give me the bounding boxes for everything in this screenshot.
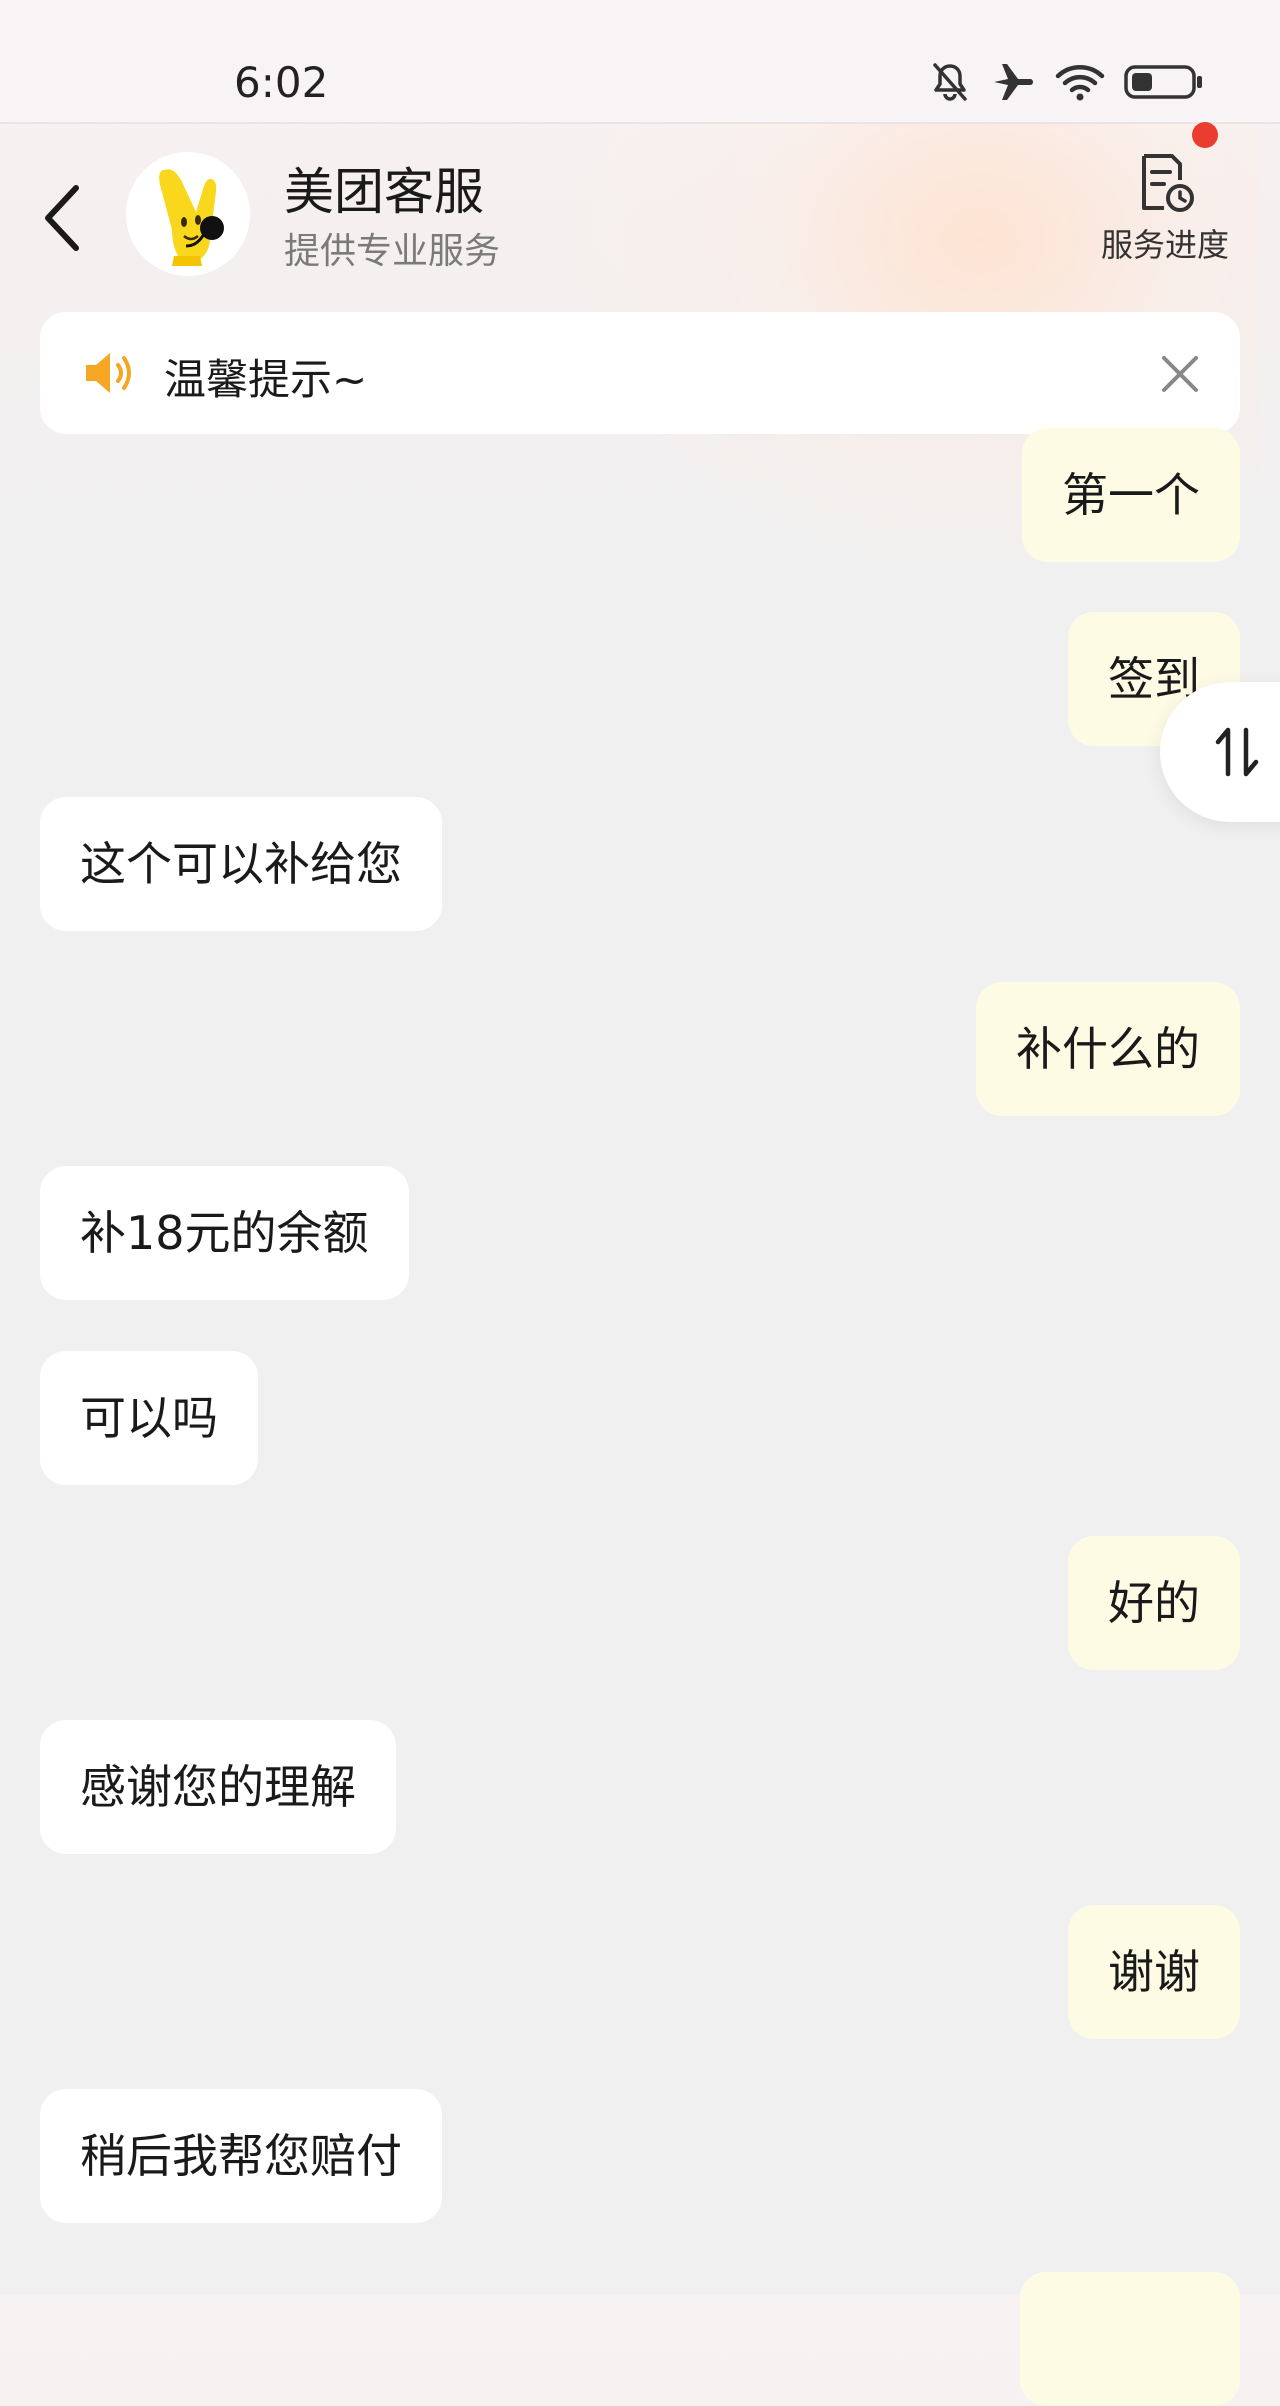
- notice-banner[interactable]: 温馨提示~: [40, 312, 1240, 434]
- chat-title: 美团客服: [284, 163, 484, 221]
- speaker-icon: [82, 349, 138, 401]
- outgoing-message[interactable]: 第一个: [1022, 428, 1240, 562]
- mascot-logo-icon: [126, 152, 250, 276]
- service-progress-button[interactable]: 服务进度: [1090, 150, 1240, 290]
- notification-dot: [1192, 122, 1218, 148]
- incoming-message[interactable]: 可以吗: [40, 1351, 258, 1485]
- back-button[interactable]: [38, 178, 88, 258]
- notice-text: 温馨提示~: [164, 355, 368, 404]
- status-bar: 6:02: [0, 0, 1280, 124]
- outgoing-message[interactable]: 好的: [1068, 1536, 1240, 1670]
- incoming-message[interactable]: 感谢您的理解: [40, 1720, 396, 1854]
- battery-icon: [1124, 62, 1204, 102]
- document-clock-icon: [1090, 150, 1240, 216]
- chat-subtitle: 提供专业服务: [284, 231, 501, 272]
- outgoing-message[interactable]: 补什么的: [976, 982, 1240, 1116]
- outgoing-message[interactable]: 谢谢: [1068, 1905, 1240, 2039]
- wifi-icon: [1054, 60, 1106, 104]
- chat-header: 美团客服 提供专业服务 服务进度: [0, 122, 1280, 304]
- service-progress-label: 服务进度: [1100, 226, 1229, 264]
- bell-off-icon: [928, 60, 972, 104]
- status-time: 6:02: [234, 58, 329, 107]
- incoming-message[interactable]: 补18元的余额: [40, 1166, 409, 1300]
- close-icon[interactable]: [1150, 344, 1210, 404]
- outgoing-message-partial: [1020, 2272, 1240, 2406]
- avatar[interactable]: [126, 152, 250, 276]
- incoming-message[interactable]: 这个可以补给您: [40, 797, 442, 931]
- status-icons: [928, 60, 1204, 104]
- airplane-icon: [990, 60, 1036, 104]
- incoming-message[interactable]: 稍后我帮您赔付: [40, 2089, 442, 2223]
- chevron-left-icon: [38, 185, 88, 262]
